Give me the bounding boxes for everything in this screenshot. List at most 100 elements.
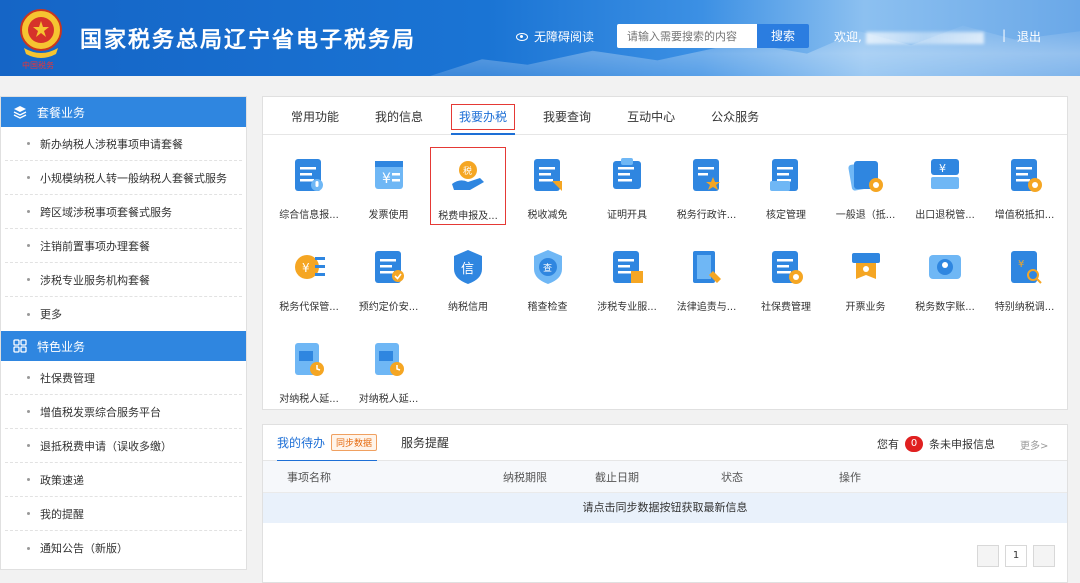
function-item[interactable]: 一般退（抵... xyxy=(828,147,904,225)
main-tabs: 常用功能 我的信息 我要办税 我要查询 互动中心 公众服务 xyxy=(263,97,1067,135)
tab-label: 常用功能 xyxy=(291,110,340,124)
logout-link[interactable]: 退出 xyxy=(1017,28,1041,45)
svg-text:查: 查 xyxy=(543,262,552,274)
tab-service-reminder[interactable]: 服务提醒 xyxy=(401,425,449,461)
sidebar-item[interactable]: 涉税专业服务机构套餐 xyxy=(5,263,242,297)
sidebar-item-label: 更多 xyxy=(40,308,62,321)
function-label: 法律追责与... xyxy=(676,302,737,313)
column-header: 纳税期限 xyxy=(503,470,547,484)
next-page-button[interactable] xyxy=(1033,545,1055,567)
function-panel: 常用功能 我的信息 我要办税 我要查询 互动中心 公众服务 综合信息报... ¥ 发票使用 税税… xyxy=(262,96,1068,410)
tab-my-todo[interactable]: 我的待办 同步数据 xyxy=(277,425,378,462)
sidebar-item[interactable]: 更多 xyxy=(5,297,242,331)
tab-label: 我的信息 xyxy=(375,110,424,124)
bullet-icon xyxy=(27,410,30,413)
undeclared-notice: 您有 0 条未申报信息 xyxy=(877,436,995,452)
sidebar-item[interactable]: 跨区域涉税事项套餐式服务 xyxy=(5,195,242,229)
bullet-icon xyxy=(27,546,30,550)
sync-data-button[interactable]: 同步数据 xyxy=(331,434,378,451)
tax-declaration-icon: 税 xyxy=(452,161,484,190)
welcome-label: 欢迎, xyxy=(834,30,862,44)
function-item[interactable]: ¥ 出口退税管... xyxy=(907,147,983,225)
function-item[interactable]: 税务行政许... xyxy=(669,147,745,225)
tab-my-todo-label: 我的待办 xyxy=(277,436,326,450)
function-label: 税务数字账... xyxy=(915,302,975,313)
extension-icon xyxy=(295,343,324,376)
todo-panel: 我的待办 同步数据 服务提醒 您有 0 条未申报信息 更多> 事项名称 纳税期限… xyxy=(262,424,1068,583)
export-refund-icon: ¥ xyxy=(931,159,959,189)
tab-item[interactable]: 我的信息 xyxy=(357,104,441,134)
function-item[interactable]: 证明开具 xyxy=(589,147,665,225)
function-item[interactable]: 社保费管理 xyxy=(748,239,824,317)
svg-text:¥: ¥ xyxy=(1018,259,1024,270)
sidebar-item[interactable]: 我的提醒 xyxy=(5,497,242,531)
function-label: 税收减免 xyxy=(527,210,568,221)
function-item[interactable]: 预约定价安... xyxy=(351,239,427,317)
bullet-icon xyxy=(27,142,30,145)
tab-label: 公众服务 xyxy=(711,110,760,124)
accessibility-link[interactable]: 无障碍阅读 xyxy=(516,28,594,45)
function-item[interactable]: 对纳税人延... xyxy=(271,331,347,409)
sidebar-item-label: 注销前置事项办理套餐 xyxy=(40,239,150,253)
sidebar-item[interactable]: 社保费管理 xyxy=(5,361,242,395)
sidebar-section-title: 套餐业务 xyxy=(37,105,86,120)
professional-service-icon xyxy=(613,251,643,283)
function-item[interactable]: 查稽查检查 xyxy=(510,239,586,317)
svg-text:信: 信 xyxy=(461,262,474,277)
page-number[interactable]: 1 xyxy=(1005,545,1027,567)
function-item[interactable]: 对纳税人延... xyxy=(351,331,427,409)
prev-page-button[interactable] xyxy=(977,545,999,567)
sidebar-item[interactable]: 新办纳税人涉税事项申请套餐 xyxy=(5,127,242,161)
custody-icon: ¥ xyxy=(295,255,325,279)
function-label: 纳税信用 xyxy=(448,302,488,313)
document-mic-icon xyxy=(295,159,323,191)
sidebar-section-package[interactable]: 套餐业务 xyxy=(1,97,246,127)
bullet-icon xyxy=(27,376,30,379)
sidebar-item[interactable]: 通知公告（新版） xyxy=(5,531,242,565)
tab-item[interactable]: 常用功能 xyxy=(273,104,357,134)
function-item[interactable]: 法律追责与... xyxy=(669,239,745,317)
function-label: 发票使用 xyxy=(368,210,409,221)
tab-item[interactable]: 公众服务 xyxy=(693,104,777,134)
refund-icon xyxy=(847,161,883,192)
function-item[interactable]: ¥ 特别纳税调... xyxy=(987,239,1063,317)
function-item[interactable]: 增值税抵扣... xyxy=(987,147,1063,225)
function-item[interactable]: 核定管理 xyxy=(748,147,824,225)
tax-reduction-icon xyxy=(533,159,562,191)
sidebar-item[interactable]: 政策速递 xyxy=(5,463,242,497)
sidebar-item[interactable]: 增值税发票综合服务平台 xyxy=(5,395,242,429)
bullet-icon xyxy=(27,312,30,316)
function-label: 证明开具 xyxy=(607,210,647,221)
function-item[interactable]: ¥ 税务代保管... xyxy=(271,239,347,317)
function-label: 税务行政许... xyxy=(676,210,737,221)
function-item[interactable]: 综合信息报... xyxy=(271,147,347,225)
sidebar-item[interactable]: 退抵税费申请（误收多缴） xyxy=(5,429,242,463)
function-item[interactable]: 税收减免 xyxy=(510,147,586,225)
svg-text:¥: ¥ xyxy=(939,162,946,175)
function-item[interactable]: ¥ 发票使用 xyxy=(351,147,427,225)
function-item[interactable]: 信纳税信用 xyxy=(430,239,506,317)
sidebar: 套餐业务 新办纳税人涉税事项申请套餐 小规模纳税人转一般纳税人套餐式服务 跨区域涉税… xyxy=(0,96,247,570)
function-label: 涉税专业服... xyxy=(597,302,657,313)
sidebar-item[interactable]: 小规模纳税人转一般纳税人套餐式服务 xyxy=(5,161,242,195)
sidebar-item-label: 我的提醒 xyxy=(40,507,84,521)
function-label: 综合信息报... xyxy=(279,210,339,221)
certificate-icon xyxy=(613,158,641,189)
function-label: 开票业务 xyxy=(845,302,886,313)
more-link[interactable]: 更多> xyxy=(1020,437,1048,452)
search-button[interactable]: 搜索 xyxy=(757,24,809,48)
function-item[interactable]: 涉税专业服... xyxy=(589,239,665,317)
search-input[interactable] xyxy=(617,24,757,48)
function-item[interactable]: 税税费申报及... xyxy=(430,147,506,225)
tab-item[interactable]: 我要办税 xyxy=(441,104,525,135)
tab-item[interactable]: 互动中心 xyxy=(609,104,693,134)
function-label: 税务代保管... xyxy=(279,302,339,313)
function-item[interactable]: 税务数字账... xyxy=(907,239,983,317)
svg-text:¥: ¥ xyxy=(302,261,310,275)
sidebar-item[interactable]: 注销前置事项办理套餐 xyxy=(5,229,242,263)
function-item[interactable]: 开票业务 xyxy=(828,239,904,317)
function-label: 特别纳税调... xyxy=(994,302,1055,313)
bullet-icon xyxy=(27,444,30,447)
tab-item[interactable]: 我要查询 xyxy=(525,104,609,134)
sidebar-section-special[interactable]: 特色业务 xyxy=(1,331,246,361)
